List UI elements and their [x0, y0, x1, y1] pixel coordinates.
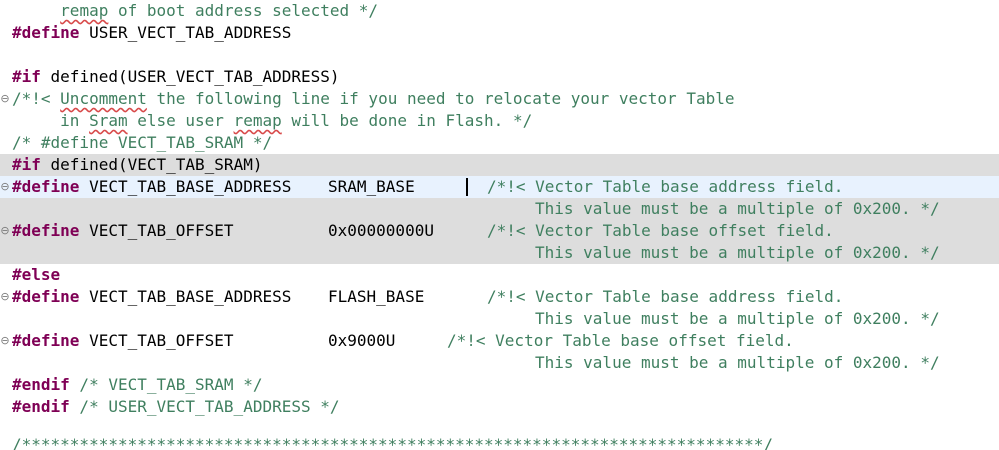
code-line[interactable]: #if defined(USER_VECT_TAB_ADDRESS)	[0, 66, 999, 88]
preprocessor-keyword: #define	[12, 287, 80, 306]
comment-continuation: This value must be a multiple of 0x200. …	[535, 353, 940, 372]
code-line[interactable]: #endif /* VECT_TAB_SRAM */	[0, 374, 999, 396]
comment-text: /***************************************…	[12, 435, 773, 450]
preprocessor-keyword: #if	[12, 155, 41, 174]
define-statement: #define USER_VECT_TAB_ADDRESS	[12, 23, 292, 42]
code-line[interactable]: This value must be a multiple of 0x200. …	[0, 352, 999, 374]
comment-continuation: This value must be a multiple of 0x200. …	[535, 199, 940, 218]
define-statement: #define VECT_TAB_OFFSET	[12, 221, 234, 240]
preprocessor-keyword: #define	[12, 331, 80, 350]
fold-toggle-icon[interactable]: ⊖	[0, 286, 10, 308]
comment-continuation: in Sram else user remap will be done in …	[60, 111, 533, 130]
code-line[interactable]: in Sram else user remap will be done in …	[0, 110, 999, 132]
comment-text: /*!< Vector Table base address field.	[487, 287, 844, 306]
spellcheck-word: remap	[233, 111, 282, 130]
spellcheck-word: Sram	[89, 111, 128, 130]
comment-continuation: remap of boot address selected */	[60, 1, 379, 20]
code-editor[interactable]: remap of boot address selected */ #defin…	[0, 0, 999, 450]
define-statement: #define VECT_TAB_BASE_ADDRESS	[12, 177, 292, 196]
fold-toggle-icon[interactable]: ⊖	[0, 88, 10, 110]
code-line-inactive[interactable]: ⊖ #define VECT_TAB_OFFSET 0x00000000U /*…	[0, 220, 999, 242]
define-value: 0x00000000U	[328, 221, 434, 240]
preprocessor-keyword: #define	[12, 23, 80, 42]
code-line-blank[interactable]	[0, 418, 999, 434]
if-statement: #if defined(VECT_TAB_SRAM)	[12, 155, 263, 174]
preprocessor-keyword: #endif	[12, 375, 70, 394]
code-line-inactive[interactable]: #if defined(VECT_TAB_SRAM)	[0, 154, 999, 176]
define-statement: #define VECT_TAB_OFFSET	[12, 331, 234, 350]
define-value: FLASH_BASE	[328, 287, 425, 306]
define-value: 0x9000U	[328, 331, 396, 350]
code-line[interactable]: This value must be a multiple of 0x200. …	[0, 308, 999, 330]
code-line-inactive[interactable]: This value must be a multiple of 0x200. …	[0, 198, 999, 220]
code-line[interactable]: #else	[0, 264, 999, 286]
spellcheck-word: remap	[60, 1, 109, 20]
fold-toggle-icon[interactable]: ⊖	[0, 220, 10, 242]
comment-text: /* USER_VECT_TAB_ADDRESS */	[69, 397, 340, 416]
code-line[interactable]: /* #define VECT_TAB_SRAM */	[0, 132, 999, 154]
fold-toggle-icon[interactable]: ⊖	[0, 176, 10, 198]
text-cursor	[466, 178, 468, 196]
preprocessor-keyword: #endif	[12, 397, 70, 416]
preprocessor-keyword: #define	[12, 177, 80, 196]
if-statement: #if defined(USER_VECT_TAB_ADDRESS)	[12, 67, 340, 86]
define-value: SRAM_BASE	[328, 177, 415, 196]
endif-statement: #endif /* VECT_TAB_SRAM */	[12, 374, 262, 396]
code-line[interactable]: ⊖ #define VECT_TAB_BASE_ADDRESS FLASH_BA…	[0, 286, 999, 308]
preprocessor-keyword: #define	[12, 221, 80, 240]
endif-statement: #endif /* USER_VECT_TAB_ADDRESS */	[12, 396, 340, 418]
fold-toggle-icon[interactable]: ⊖	[0, 330, 10, 352]
comment-text: /*!< Vector Table base offset field.	[447, 331, 794, 350]
comment-text: /* VECT_TAB_SRAM */	[69, 375, 263, 394]
code-line[interactable]: ⊖ #define VECT_TAB_OFFSET 0x9000U /*!< V…	[0, 330, 999, 352]
code-line-partial[interactable]: /***************************************…	[0, 434, 999, 450]
spellcheck-word: Uncomment	[60, 89, 147, 108]
preprocessor-keyword: #else	[12, 265, 61, 284]
code-line-blank[interactable]	[0, 44, 999, 66]
preprocessor-keyword: #if	[12, 67, 41, 86]
comment-text: /* #define VECT_TAB_SRAM */	[12, 133, 273, 152]
code-line[interactable]: #endif /* USER_VECT_TAB_ADDRESS */	[0, 396, 999, 418]
comment-text: /*!< Uncomment the following line if you…	[12, 89, 735, 108]
define-statement: #define VECT_TAB_BASE_ADDRESS	[12, 287, 292, 306]
comment-continuation: This value must be a multiple of 0x200. …	[535, 309, 940, 328]
code-line[interactable]: remap of boot address selected */	[0, 0, 999, 22]
code-line[interactable]: ⊖ /*!< Uncomment the following line if y…	[0, 88, 999, 110]
comment-continuation: This value must be a multiple of 0x200. …	[535, 243, 940, 262]
code-line-current[interactable]: ⊖ #define VECT_TAB_BASE_ADDRESS SRAM_BAS…	[0, 176, 999, 198]
code-line-inactive[interactable]: This value must be a multiple of 0x200. …	[0, 242, 999, 264]
comment-text: /*!< Vector Table base offset field.	[487, 221, 834, 240]
comment-text: /*!< Vector Table base address field.	[487, 177, 844, 196]
code-line[interactable]: #define USER_VECT_TAB_ADDRESS	[0, 22, 999, 44]
